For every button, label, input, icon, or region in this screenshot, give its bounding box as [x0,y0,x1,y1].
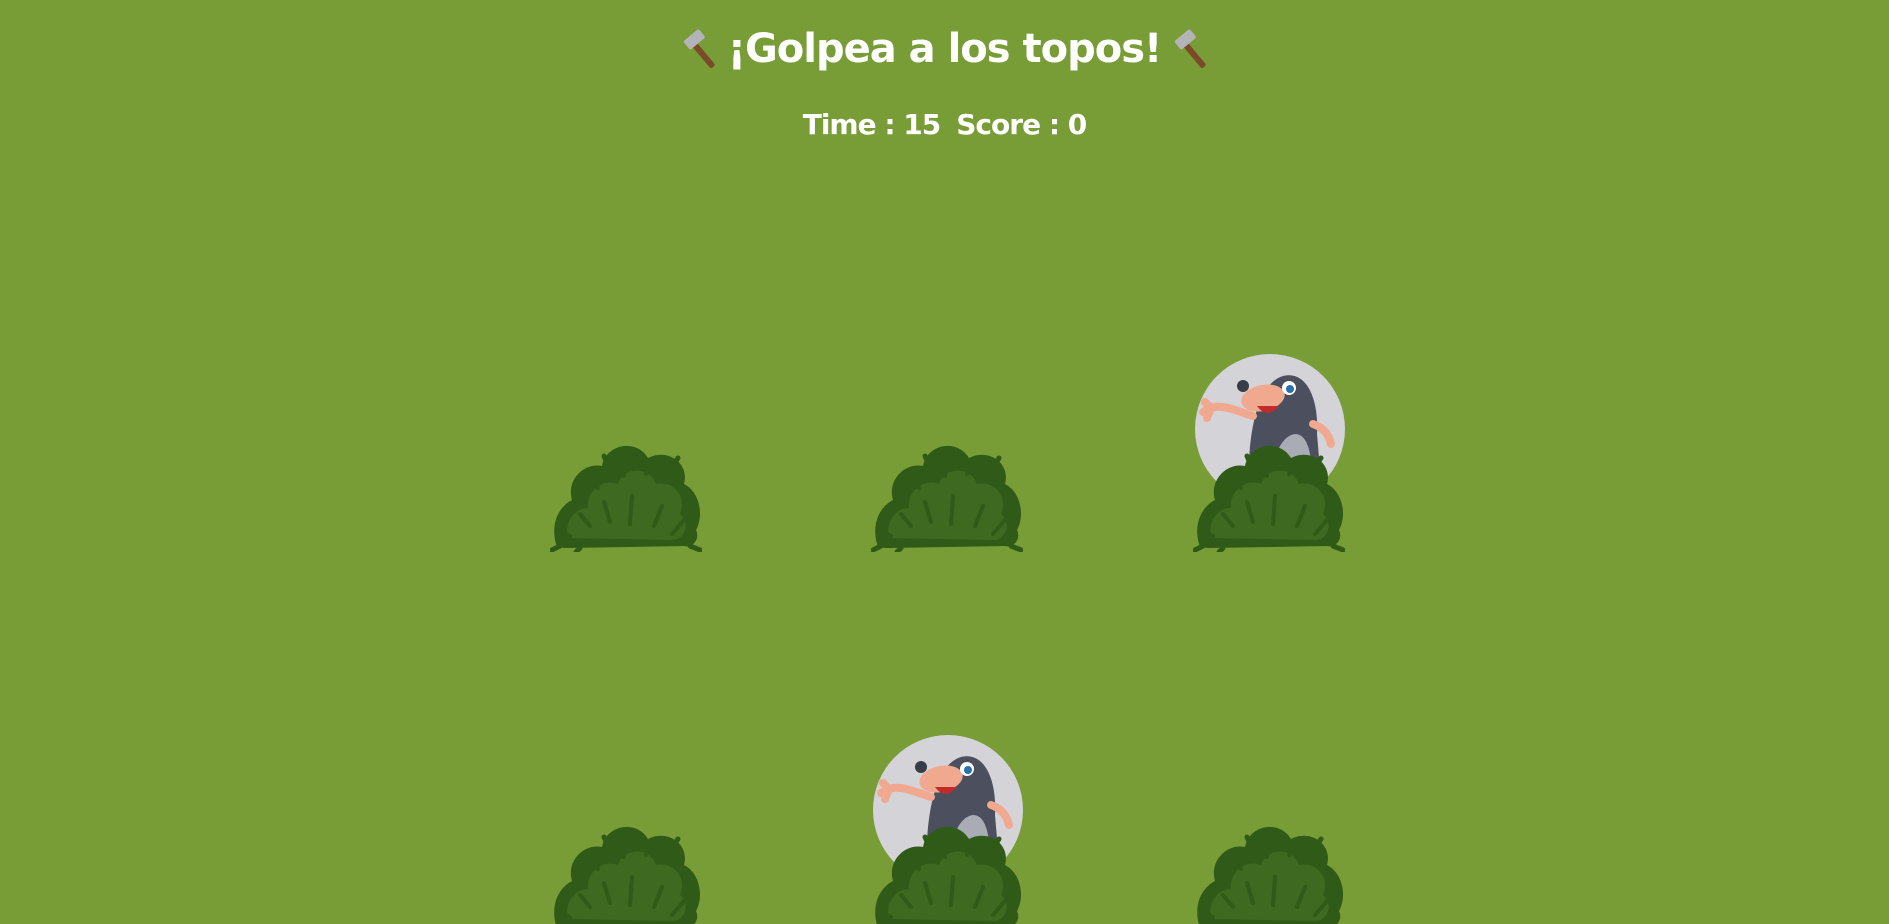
time-label: Time : [802,108,904,141]
game-title: ¡Golpea a los topos! [0,26,1889,72]
title-text: ¡Golpea a los topos! [727,26,1163,72]
mole-hole[interactable] [550,354,702,552]
game-stage: ¡Golpea a los topos! Time : 15 Score : 0 [0,0,1889,924]
time-display: Time : 15 [802,108,942,141]
stats-bar: Time : 15 Score : 0 [0,108,1889,141]
bush-icon [1193,445,1345,552]
score-display: Score : 0 [956,108,1088,141]
mole-hole[interactable] [1193,735,1345,924]
bush-icon [1197,826,1343,924]
mole-hole[interactable] [871,735,1023,924]
bush-icon [875,826,1021,924]
score-label: Score : [956,108,1068,141]
mole-hole[interactable] [1193,354,1345,552]
time-value: 15 [903,108,941,141]
score-value: 0 [1067,108,1088,141]
bush-icon [550,445,702,552]
mole-hole[interactable] [550,735,702,924]
hammer-icon [1175,29,1206,68]
bush-icon [871,445,1023,552]
bush-icon [554,826,700,924]
mole-hole[interactable] [871,354,1023,552]
hammer-icon [683,29,715,68]
